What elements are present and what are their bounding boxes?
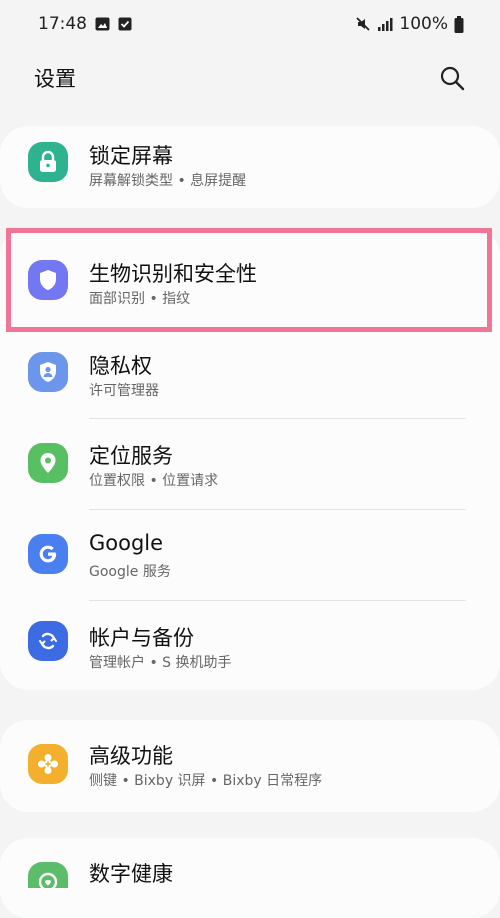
battery-icon xyxy=(454,15,464,33)
item-subtitle: 侧键 • Bixby 识屏 • Bixby 日常程序 xyxy=(89,773,323,789)
item-title: 数字健康 xyxy=(89,862,173,886)
item-subtitle: 面部识别 • 指纹 xyxy=(89,291,191,307)
signal-icon xyxy=(377,17,393,31)
item-subtitle: 许可管理器 xyxy=(89,383,159,399)
item-subtitle: Google 服务 xyxy=(89,564,171,580)
item-title: 隐私权 xyxy=(89,354,152,378)
item-title: 高级功能 xyxy=(89,744,173,768)
header: 设置 xyxy=(0,54,500,102)
item-subtitle: 屏幕解锁类型 • 息屏提醒 xyxy=(89,173,247,189)
google-icon xyxy=(28,534,68,574)
page-title: 设置 xyxy=(34,67,76,91)
wellbeing-icon xyxy=(28,862,68,888)
item-title: Google xyxy=(89,531,164,555)
item-subtitle: 位置权限 • 位置请求 xyxy=(89,473,219,489)
privacy-icon xyxy=(28,352,68,392)
advanced-features-item[interactable]: 高级功能 侧键 • Bixby 识屏 • Bixby 日常程序 xyxy=(0,720,500,810)
checkbox-notification-icon xyxy=(118,17,132,31)
location-item[interactable]: 定位服务 位置权限 • 位置请求 xyxy=(0,419,500,509)
status-bar: 17:48 100% xyxy=(0,0,500,48)
status-time: 17:48 xyxy=(38,14,87,34)
item-title: 帐户与备份 xyxy=(89,626,194,650)
status-right: 100% xyxy=(355,14,464,34)
search-icon xyxy=(440,66,465,91)
digital-wellbeing-item[interactable]: 数字健康 xyxy=(0,838,500,888)
shield-icon xyxy=(28,260,68,300)
mute-icon xyxy=(355,16,371,32)
privacy-item[interactable]: 隐私权 许可管理器 xyxy=(0,328,500,418)
gallery-notification-icon xyxy=(95,17,110,31)
search-button[interactable] xyxy=(434,60,470,96)
item-subtitle: 管理帐户 • S 换机助手 xyxy=(89,655,232,671)
status-left: 17:48 xyxy=(38,14,132,34)
item-title: 锁定屏幕 xyxy=(89,144,173,168)
item-title: 生物识别和安全性 xyxy=(89,262,257,286)
item-title: 定位服务 xyxy=(89,444,173,468)
battery-percent: 100% xyxy=(399,14,448,34)
accounts-backup-item[interactable]: 帐户与备份 管理帐户 • S 换机助手 xyxy=(0,601,500,691)
biometrics-security-item[interactable]: 生物识别和安全性 面部识别 • 指纹 xyxy=(0,228,500,318)
lock-screen-item[interactable]: 锁定屏幕 屏幕解锁类型 • 息屏提醒 xyxy=(0,122,500,212)
lock-icon xyxy=(28,142,68,182)
sync-icon xyxy=(28,621,68,661)
location-pin-icon xyxy=(28,443,68,483)
google-item[interactable]: Google Google 服务 xyxy=(0,510,500,600)
advanced-features-icon xyxy=(28,744,68,784)
